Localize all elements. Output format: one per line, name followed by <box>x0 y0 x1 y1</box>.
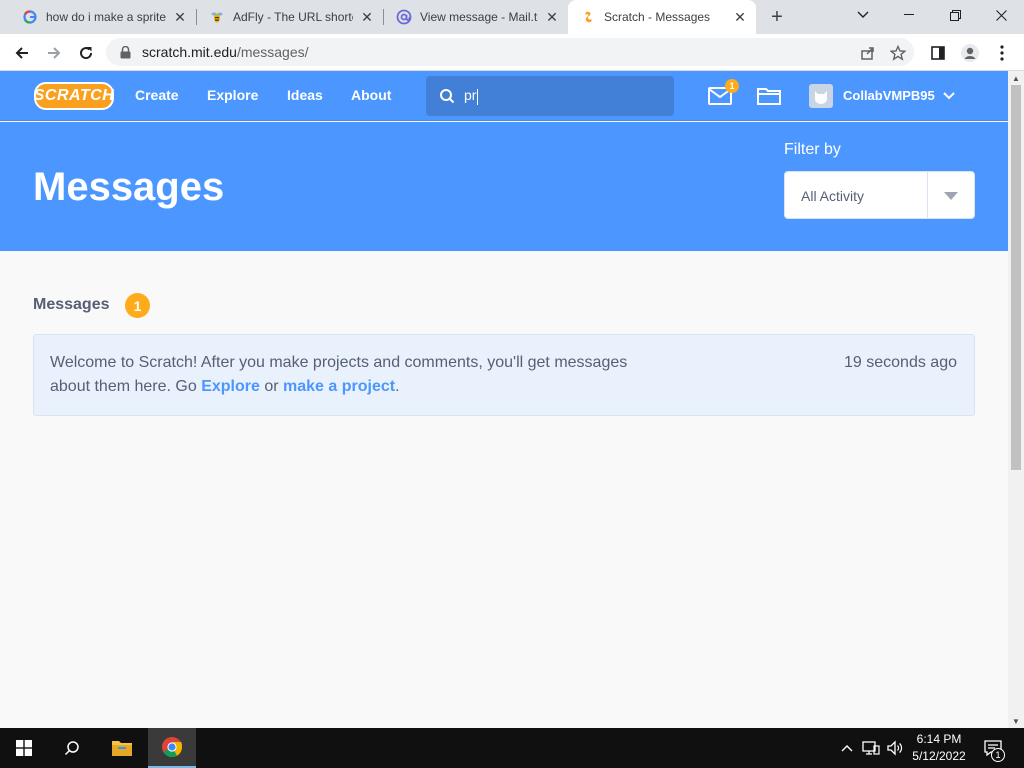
back-button[interactable] <box>8 39 36 67</box>
reload-button[interactable] <box>72 39 100 67</box>
explore-link[interactable]: Explore <box>201 378 260 395</box>
search-icon <box>438 87 456 105</box>
message-text: Welcome to Scratch! After you make proje… <box>50 351 650 399</box>
mail-badge: 1 <box>725 79 739 93</box>
minimize-button[interactable] <box>886 0 932 30</box>
avatar[interactable] <box>809 84 833 108</box>
share-icon[interactable] <box>856 41 880 65</box>
tab-title: Scratch - Messages <box>604 10 711 24</box>
forward-button[interactable] <box>40 39 68 67</box>
make-project-link[interactable]: make a project <box>283 378 395 395</box>
url-text: scratch.mit.edu/messages/ <box>142 44 309 60</box>
windows-start-icon[interactable] <box>0 728 48 768</box>
clock-time: 6:14 PM <box>916 732 962 746</box>
close-tab-icon[interactable]: ✕ <box>172 9 188 25</box>
message-count-badge: 1 <box>125 293 150 318</box>
bookmark-star-icon[interactable] <box>886 41 910 65</box>
notification-count-badge: 1 <box>991 748 1005 762</box>
filter-label: Filter by <box>784 141 841 158</box>
windows-taskbar: 6:14 PM 5/12/2022 1 <box>0 728 1024 768</box>
nav-ideas[interactable]: Ideas <box>287 87 323 103</box>
search-input[interactable]: pr <box>426 76 674 116</box>
close-window-button[interactable] <box>978 0 1024 30</box>
messages-banner: Messages Filter by All Activity <box>0 122 1008 251</box>
side-panel-icon[interactable] <box>924 39 952 67</box>
message-timestamp: 19 seconds ago <box>844 354 957 371</box>
search-value: pr <box>464 87 477 104</box>
select-divider <box>927 172 928 218</box>
scratch-icon <box>580 9 596 25</box>
url-host: scratch.mit.edu <box>142 44 237 60</box>
volume-icon[interactable] <box>885 738 905 758</box>
new-tab-button[interactable]: + <box>764 5 790 29</box>
page-title: Messages <box>33 165 225 209</box>
dropdown-arrow-icon[interactable] <box>943 191 959 201</box>
nav-about[interactable]: About <box>351 87 391 103</box>
tab-adfly[interactable]: AdFly - The URL shorte ✕ <box>197 0 383 34</box>
scroll-down-arrow-icon[interactable]: ▼ <box>1008 714 1024 728</box>
chrome-taskbar-icon[interactable] <box>148 728 196 768</box>
tab-title: how do i make a sprite <box>46 10 166 24</box>
page-scrollbar[interactable]: ▲ ▼ <box>1008 71 1024 728</box>
taskbar-search-icon[interactable] <box>48 728 96 768</box>
scratch-page: SCRATCH Create Explore Ideas About pr 1 … <box>0 71 1008 728</box>
close-tab-icon[interactable]: ✕ <box>544 9 560 25</box>
message-text-part: or <box>259 378 284 395</box>
tab-search-icon[interactable] <box>840 0 886 30</box>
scratch-navbar: SCRATCH Create Explore Ideas About pr 1 … <box>0 71 1008 121</box>
url-path: /messages/ <box>236 44 309 60</box>
close-tab-icon[interactable]: ✕ <box>732 9 748 25</box>
browser-toolbar: scratch.mit.edu/messages/ <box>0 34 1024 71</box>
lock-icon[interactable] <box>118 45 132 59</box>
messages-section-title: Messages <box>33 296 110 313</box>
my-stuff-folder-icon[interactable] <box>755 83 783 109</box>
filter-value: All Activity <box>801 188 865 204</box>
tab-scratch-messages[interactable]: Scratch - Messages ✕ <box>568 0 756 34</box>
chevron-down-icon[interactable] <box>942 89 956 103</box>
tab-mail-tm[interactable]: View message - Mail.tm ✕ <box>384 0 568 34</box>
google-icon <box>22 9 38 25</box>
menu-dots-icon[interactable] <box>988 39 1016 67</box>
username[interactable]: CollabVMPB95 <box>843 88 935 103</box>
restore-button[interactable] <box>932 0 978 30</box>
profile-icon[interactable] <box>956 39 984 67</box>
tab-google-search[interactable]: how do i make a sprite ✕ <box>10 0 196 34</box>
message-text-part: . <box>395 378 400 395</box>
scroll-up-arrow-icon[interactable]: ▲ <box>1008 71 1024 85</box>
file-explorer-icon[interactable] <box>98 728 146 768</box>
close-tab-icon[interactable]: ✕ <box>359 9 375 25</box>
clock-date: 5/12/2022 <box>912 749 966 763</box>
mail-tm-icon <box>396 9 412 25</box>
scratch-logo[interactable]: SCRATCH <box>34 82 114 110</box>
text-cursor <box>477 88 479 105</box>
chevron-up-icon[interactable] <box>837 738 857 758</box>
adfly-icon <box>209 9 225 25</box>
browser-tabstrip: how do i make a sprite ✕ AdFly - The URL… <box>0 0 1024 34</box>
filter-select[interactable]: All Activity <box>784 171 975 219</box>
tab-title: View message - Mail.tm <box>420 10 538 24</box>
nav-create[interactable]: Create <box>135 87 179 103</box>
scroll-thumb[interactable] <box>1011 85 1021 470</box>
message-item: Welcome to Scratch! After you make proje… <box>33 334 975 416</box>
tab-title: AdFly - The URL shorte <box>233 10 353 24</box>
network-icon[interactable] <box>861 738 881 758</box>
nav-explore[interactable]: Explore <box>207 87 258 103</box>
system-clock[interactable]: 6:14 PM 5/12/2022 <box>906 731 972 765</box>
address-bar[interactable]: scratch.mit.edu/messages/ <box>106 38 914 66</box>
